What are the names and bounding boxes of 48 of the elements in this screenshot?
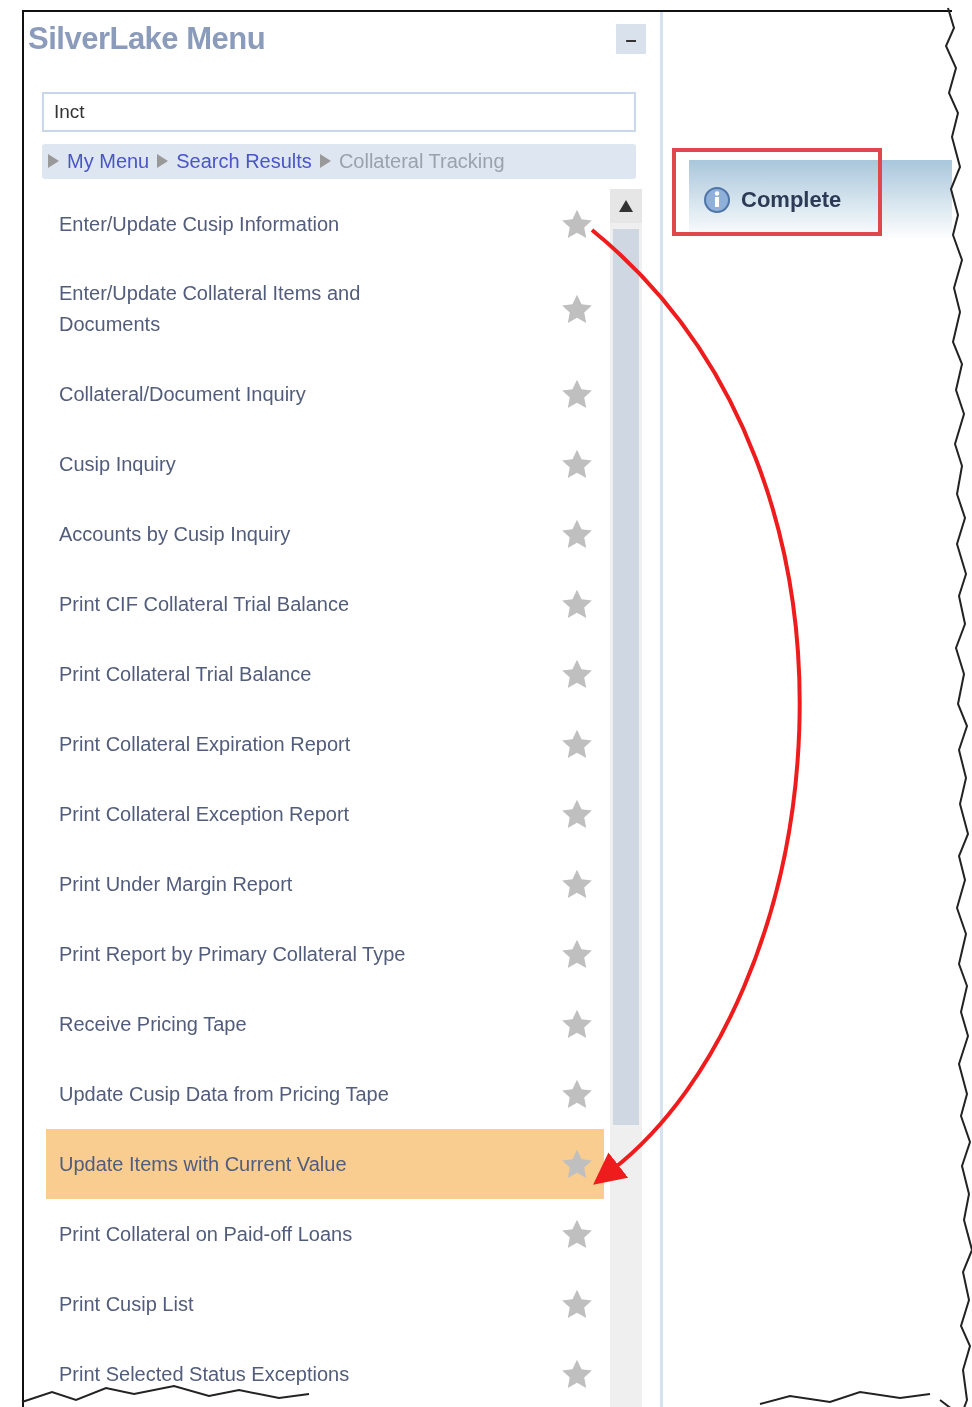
scrollbar-thumb[interactable] xyxy=(613,229,639,1125)
menu-item-label: Receive Pricing Tape xyxy=(59,1011,247,1037)
menu-item[interactable]: Print Under Margin Report xyxy=(46,849,604,919)
menu-item-label: Print Report by Primary Collateral Type xyxy=(59,941,406,967)
menu-item-label: Collateral/Document Inquiry xyxy=(59,381,306,407)
menu-item[interactable]: Cusip Inquiry xyxy=(46,429,604,499)
breadcrumb-link[interactable]: Search Results xyxy=(176,149,312,173)
menu-item-label: Print Collateral Expiration Report xyxy=(59,731,351,757)
menu-item-label: Print CIF Collateral Trial Balance xyxy=(59,591,350,617)
menu-item[interactable]: Enter/Update Cusip Information xyxy=(46,189,604,259)
breadcrumb-arrow-icon xyxy=(319,154,331,169)
menu-item[interactable]: Print Cusip List xyxy=(46,1269,604,1339)
menu-item[interactable]: Print Collateral Expiration Report xyxy=(46,709,604,779)
menu-item[interactable]: Print Collateral Exception Report xyxy=(46,779,604,849)
scrollbar[interactable] xyxy=(610,189,642,1407)
menu-item-label: Enter/Update Collateral Items and Documents xyxy=(59,281,362,337)
breadcrumb-arrow-icon xyxy=(157,154,169,169)
menu-item[interactable]: Print Collateral Trial Balance xyxy=(46,639,604,709)
info-icon xyxy=(703,186,731,214)
menu-item-label: Update Cusip Data from Pricing Tape xyxy=(59,1081,389,1107)
menu-item-label: Print Collateral on Paid-off Loans xyxy=(59,1221,353,1247)
minimize-button[interactable]: – xyxy=(616,24,646,55)
menu-item-label: Print Selected Status Exceptions xyxy=(59,1361,350,1387)
menu-item[interactable]: Print CIF Collateral Trial Balance xyxy=(46,569,604,639)
menu-item[interactable]: Collateral/Document Inquiry xyxy=(46,359,604,429)
menu-item-label: Cusip Inquiry xyxy=(59,451,176,477)
menu-item-label: Print Cusip List xyxy=(59,1291,194,1317)
menu-item[interactable]: Enter/Update Collateral Items and Documents xyxy=(46,259,604,359)
menu-item-label: Print Collateral Trial Balance xyxy=(59,661,312,687)
breadcrumb-arrow-icon xyxy=(48,154,59,169)
up-arrow-icon xyxy=(619,200,633,212)
breadcrumb-link[interactable]: My Menu xyxy=(67,149,150,173)
menu-item[interactable]: Print Collateral on Paid-off Loans xyxy=(46,1199,604,1269)
menu-item[interactable]: Print Report by Primary Collateral Type xyxy=(46,919,604,989)
menu-item[interactable]: Receive Pricing Tape xyxy=(46,989,604,1059)
menu-item-label: Accounts by Cusip Inquiry xyxy=(59,521,291,547)
menu-item[interactable]: Print Selected Status Exceptions xyxy=(46,1339,604,1407)
status-text: Complete xyxy=(741,187,842,213)
menu-item-label: Update Items with Current Value xyxy=(59,1151,347,1177)
scroll-up-button[interactable] xyxy=(610,189,642,223)
menu-item[interactable]: Update Cusip Data from Pricing Tape xyxy=(46,1059,604,1129)
menu-item[interactable]: Accounts by Cusip Inquiry xyxy=(46,499,604,569)
menu-item-label: Print Under Margin Report xyxy=(59,871,293,897)
menu-item[interactable]: Update Items with Current Value xyxy=(46,1129,604,1199)
search-field[interactable]: Inct xyxy=(42,92,636,132)
menu-item-label: Enter/Update Cusip Information xyxy=(59,211,340,237)
menu-item-label: Print Collateral Exception Report xyxy=(59,801,350,827)
menu-title: SilverLake Menu xyxy=(28,21,266,58)
